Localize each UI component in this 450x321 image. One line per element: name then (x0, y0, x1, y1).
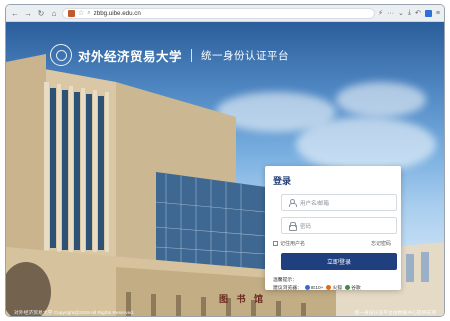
browser-name: 火狐 (332, 286, 343, 291)
browser-toolbar: ← → ↻ ⌂ ☆ ⌕ zbbg.uibe.edu.cn ⚡ ··· ⌄ ⤓ ↶… (6, 5, 444, 22)
password-placeholder: 密码 (300, 223, 312, 230)
firefox-icon (326, 285, 332, 291)
login-page: 图 书 馆 对外经济贸易大学 统一身份认证平台 登录 用户名/邮箱 密码 记住用… (6, 22, 444, 316)
username-placeholder: 用户名/邮箱 (300, 200, 330, 207)
library-sign: 图 书 馆 (219, 294, 267, 304)
login-options: 记住用户名 忘记密码 (273, 240, 393, 247)
chrome-icon (345, 285, 351, 291)
browser-name: IE10+ (310, 286, 324, 291)
login-card: 登录 用户名/邮箱 密码 记住用户名 忘记密码 立即登录 温馨提示： 建议浏览器… (265, 166, 401, 293)
page-header: 对外经济贸易大学 统一身份认证平台 (50, 44, 289, 66)
forgot-password-link[interactable]: 忘记密码 (371, 240, 391, 247)
browser-tip-label: 建议浏览器： (273, 286, 302, 291)
browser-list: 建议浏览器： IE10+ 火狐 谷歌 (273, 285, 393, 293)
star-icon[interactable]: ☆ (78, 9, 84, 17)
login-title: 登录 (273, 176, 292, 186)
user-icon (288, 199, 297, 207)
remember-label: 记住用户名 (280, 241, 306, 247)
browser-firefox: 火狐 (326, 285, 342, 293)
username-field[interactable]: 用户名/邮箱 (281, 194, 397, 211)
system-name: 统一身份认证平台 (201, 49, 290, 62)
download-icon[interactable]: ⤓ (408, 9, 411, 17)
login-button[interactable]: 立即登录 (281, 253, 397, 270)
extension-icon[interactable] (424, 9, 432, 17)
support-text: 统一身份认证平台由数据中心提供支持 (354, 311, 436, 316)
browser-actions: ⚡ ··· ⌄ ⤓ ↶ ≡ (378, 9, 440, 17)
header-divider (191, 48, 193, 62)
password-field[interactable]: 密码 (281, 217, 397, 234)
page-footer: 对外经济贸易大学 Copyright@2019 All Rights Reser… (6, 307, 444, 316)
bolt-icon[interactable]: ⚡ (378, 9, 383, 17)
university-logo-icon (50, 44, 72, 66)
site-icon (68, 9, 75, 17)
browser-name: 谷歌 (351, 286, 361, 291)
remember-option[interactable]: 记住用户名 (273, 240, 305, 247)
menu-icon[interactable]: ≡ (436, 10, 440, 17)
browser-chrome: 谷歌 (345, 285, 361, 293)
reload-icon[interactable]: ↻ (36, 8, 46, 19)
more-icon[interactable]: ··· (387, 10, 394, 17)
back-icon[interactable]: ← (10, 8, 20, 19)
remember-checkbox[interactable] (273, 241, 278, 246)
address-bar[interactable]: ☆ ⌕ zbbg.uibe.edu.cn (62, 7, 376, 19)
browser-window: ← → ↻ ⌂ ☆ ⌕ zbbg.uibe.edu.cn ⚡ ··· ⌄ ⤓ ↶… (5, 4, 445, 317)
browser-ie: IE10+ (304, 285, 324, 293)
lock-icon (288, 222, 297, 231)
url-text[interactable]: zbbg.uibe.edu.cn (94, 10, 141, 17)
ie-icon (304, 285, 310, 291)
home-icon[interactable]: ⌂ (49, 8, 59, 19)
university-name: 对外经济贸易大学 (78, 49, 183, 64)
tip-title: 温馨提示： (273, 278, 297, 283)
forward-icon[interactable]: → (23, 8, 33, 19)
copyright-text: 对外经济贸易大学 Copyright@2019 All Rights Reser… (14, 311, 135, 316)
chevron-icon[interactable]: ⌄ (398, 9, 404, 17)
search-icon: ⌕ (87, 9, 91, 16)
browser-tip: 温馨提示： 建议浏览器： IE10+ 火狐 谷歌 (273, 277, 393, 293)
undo-icon[interactable]: ↶ (415, 9, 421, 17)
